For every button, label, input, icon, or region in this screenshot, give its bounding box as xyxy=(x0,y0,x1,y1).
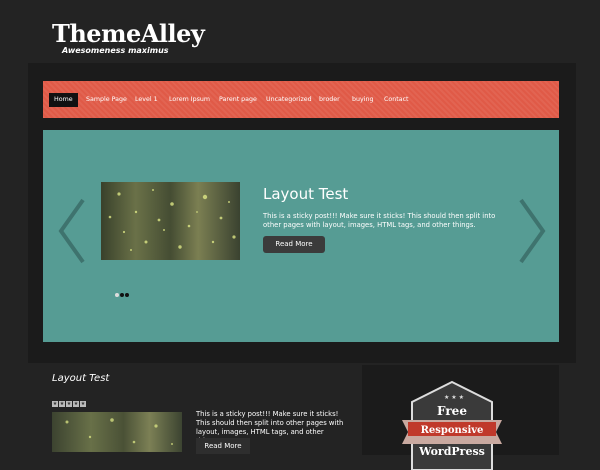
site-tagline: Awesomeness maximus xyxy=(62,46,169,55)
star-icon: ★ xyxy=(66,401,72,407)
star-icon: ★ xyxy=(59,401,65,407)
star-icon: ★ xyxy=(80,401,86,407)
nav-item-home[interactable]: Home xyxy=(49,93,78,107)
nav-item-broder[interactable]: broder xyxy=(319,93,340,107)
slider-dot-1[interactable] xyxy=(115,293,119,297)
post-thumbnail[interactable] xyxy=(52,412,182,452)
featured-slider: Layout Test This is a sticky post!!! Mak… xyxy=(43,130,559,342)
main-navigation: Home Sample Page Level 1 Lorem Ipsum Par… xyxy=(43,81,559,118)
chevron-left-icon[interactable] xyxy=(55,196,91,266)
promo-badge[interactable]: ★ ★ ★ Free Responsive WordPress xyxy=(392,380,512,470)
badge-line-3: WordPress xyxy=(418,445,485,458)
badge-line-2: Responsive xyxy=(421,425,484,436)
nav-item-contact[interactable]: Contact xyxy=(384,93,409,107)
post-read-more-button[interactable]: Read More xyxy=(196,438,250,454)
chevron-right-icon[interactable] xyxy=(513,196,549,266)
sidebar: ★ ★ ★ Free Responsive WordPress xyxy=(362,365,559,470)
slide-image[interactable] xyxy=(101,182,240,260)
slider-dot-2[interactable] xyxy=(120,293,124,297)
nav-item-buying[interactable]: buying xyxy=(352,93,373,107)
site-title[interactable]: ThemeAlley xyxy=(52,19,205,48)
nav-item-sample-page[interactable]: Sample Page xyxy=(86,93,127,107)
post-rating: ★ ★ ★ ★ ★ xyxy=(52,390,87,409)
bokeh-image xyxy=(65,418,173,445)
nav-item-parent-page[interactable]: Parent page xyxy=(219,93,257,107)
star-icon: ★ xyxy=(73,401,79,407)
star-icon: ★ xyxy=(52,401,58,407)
nav-item-lorem-ipsum[interactable]: Lorem Ipsum xyxy=(169,93,210,107)
badge-line-1: Free xyxy=(437,404,467,418)
post-title[interactable]: Layout Test xyxy=(52,373,109,384)
bokeh-image xyxy=(108,189,236,251)
slider-pagination xyxy=(115,282,130,301)
slide-read-more-button[interactable]: Read More xyxy=(263,236,325,253)
nav-item-uncategorized[interactable]: Uncategorized xyxy=(266,93,312,107)
slider-dot-3[interactable] xyxy=(125,293,129,297)
nav-item-level-1[interactable]: Level 1 xyxy=(135,93,158,107)
slide-excerpt: This is a sticky post!!! Make sure it st… xyxy=(263,212,496,229)
slide-title[interactable]: Layout Test xyxy=(263,185,348,203)
svg-text:★ ★ ★: ★ ★ ★ xyxy=(444,394,464,401)
